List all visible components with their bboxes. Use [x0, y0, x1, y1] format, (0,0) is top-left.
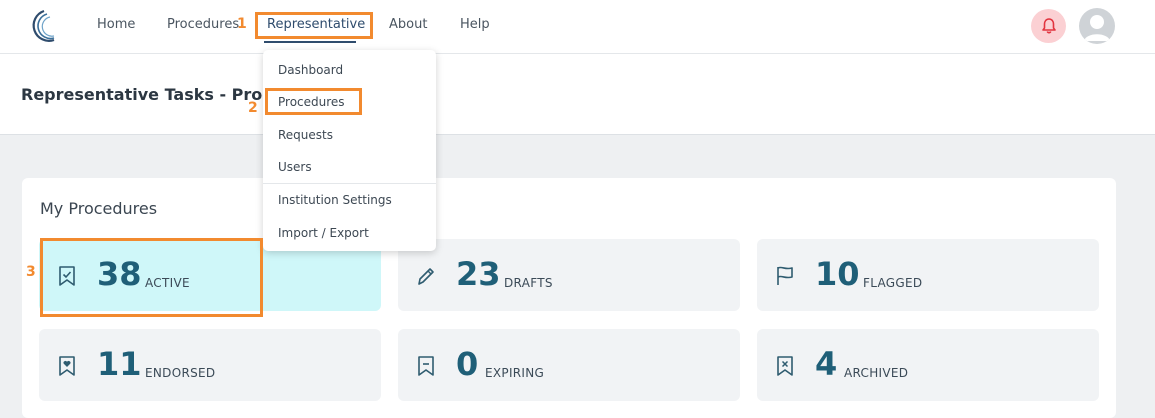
menu-item-import-export[interactable]: Import / Export [278, 226, 369, 240]
annotation-number-1: 1 [237, 16, 247, 32]
active-nav-underline [264, 41, 356, 43]
top-navbar: Home Procedures Representative About Hel… [0, 0, 1155, 54]
pencil-icon [418, 268, 434, 285]
menu-item-users[interactable]: Users [278, 160, 312, 174]
bell-icon [1041, 18, 1056, 34]
tile-label: ARCHIVED [844, 366, 909, 380]
tile-label: DRAFTS [504, 276, 553, 290]
menu-item-requests[interactable]: Requests [278, 128, 333, 142]
annotation-number-2: 2 [248, 100, 258, 116]
tile-label: EXPIRING [485, 366, 545, 380]
bookmark-heart-icon [59, 356, 75, 376]
tile-label: FLAGGED [863, 276, 923, 290]
tile-count: 11 [97, 345, 142, 383]
logo-icon[interactable] [20, 7, 56, 45]
tile-endorsed[interactable]: 11 ENDORSED [39, 329, 381, 401]
tile-archived[interactable]: 4 ARCHIVED [757, 329, 1099, 401]
notifications-button[interactable] [1031, 9, 1066, 43]
tile-count: 23 [456, 255, 501, 293]
tile-flagged[interactable]: 10 FLAGGED [757, 239, 1099, 311]
bookmark-dash-icon [418, 356, 434, 376]
nav-home[interactable]: Home [97, 17, 135, 32]
tile-expiring[interactable]: 0 EXPIRING [398, 329, 740, 401]
menu-divider [263, 183, 436, 184]
page-title: Representative Tasks - Proce [21, 85, 283, 104]
avatar[interactable] [1079, 8, 1115, 44]
nav-help[interactable]: Help [460, 17, 490, 32]
representative-dropdown-menu: Dashboard Procedures Requests Users Inst… [263, 50, 436, 251]
annotation-box-2 [265, 88, 362, 115]
flag-icon [777, 266, 793, 285]
bookmark-x-icon [777, 356, 793, 376]
menu-item-institution-settings[interactable]: Institution Settings [278, 193, 392, 207]
menu-item-dashboard[interactable]: Dashboard [278, 63, 343, 77]
nav-about[interactable]: About [389, 17, 427, 32]
tile-drafts[interactable]: 23 DRAFTS [398, 239, 740, 311]
page-header: Representative Tasks - Proce [0, 54, 1155, 135]
tile-label: ENDORSED [145, 366, 216, 380]
annotation-number-3: 3 [26, 264, 36, 280]
annotation-box-3 [40, 238, 263, 317]
tile-count: 0 [456, 345, 479, 383]
user-avatar-icon [1084, 15, 1110, 41]
tile-count: 4 [815, 345, 838, 383]
nav-procedures[interactable]: Procedures [167, 17, 239, 32]
annotation-box-1 [255, 12, 373, 39]
card-title: My Procedures [40, 199, 158, 218]
tile-count: 10 [815, 255, 860, 293]
